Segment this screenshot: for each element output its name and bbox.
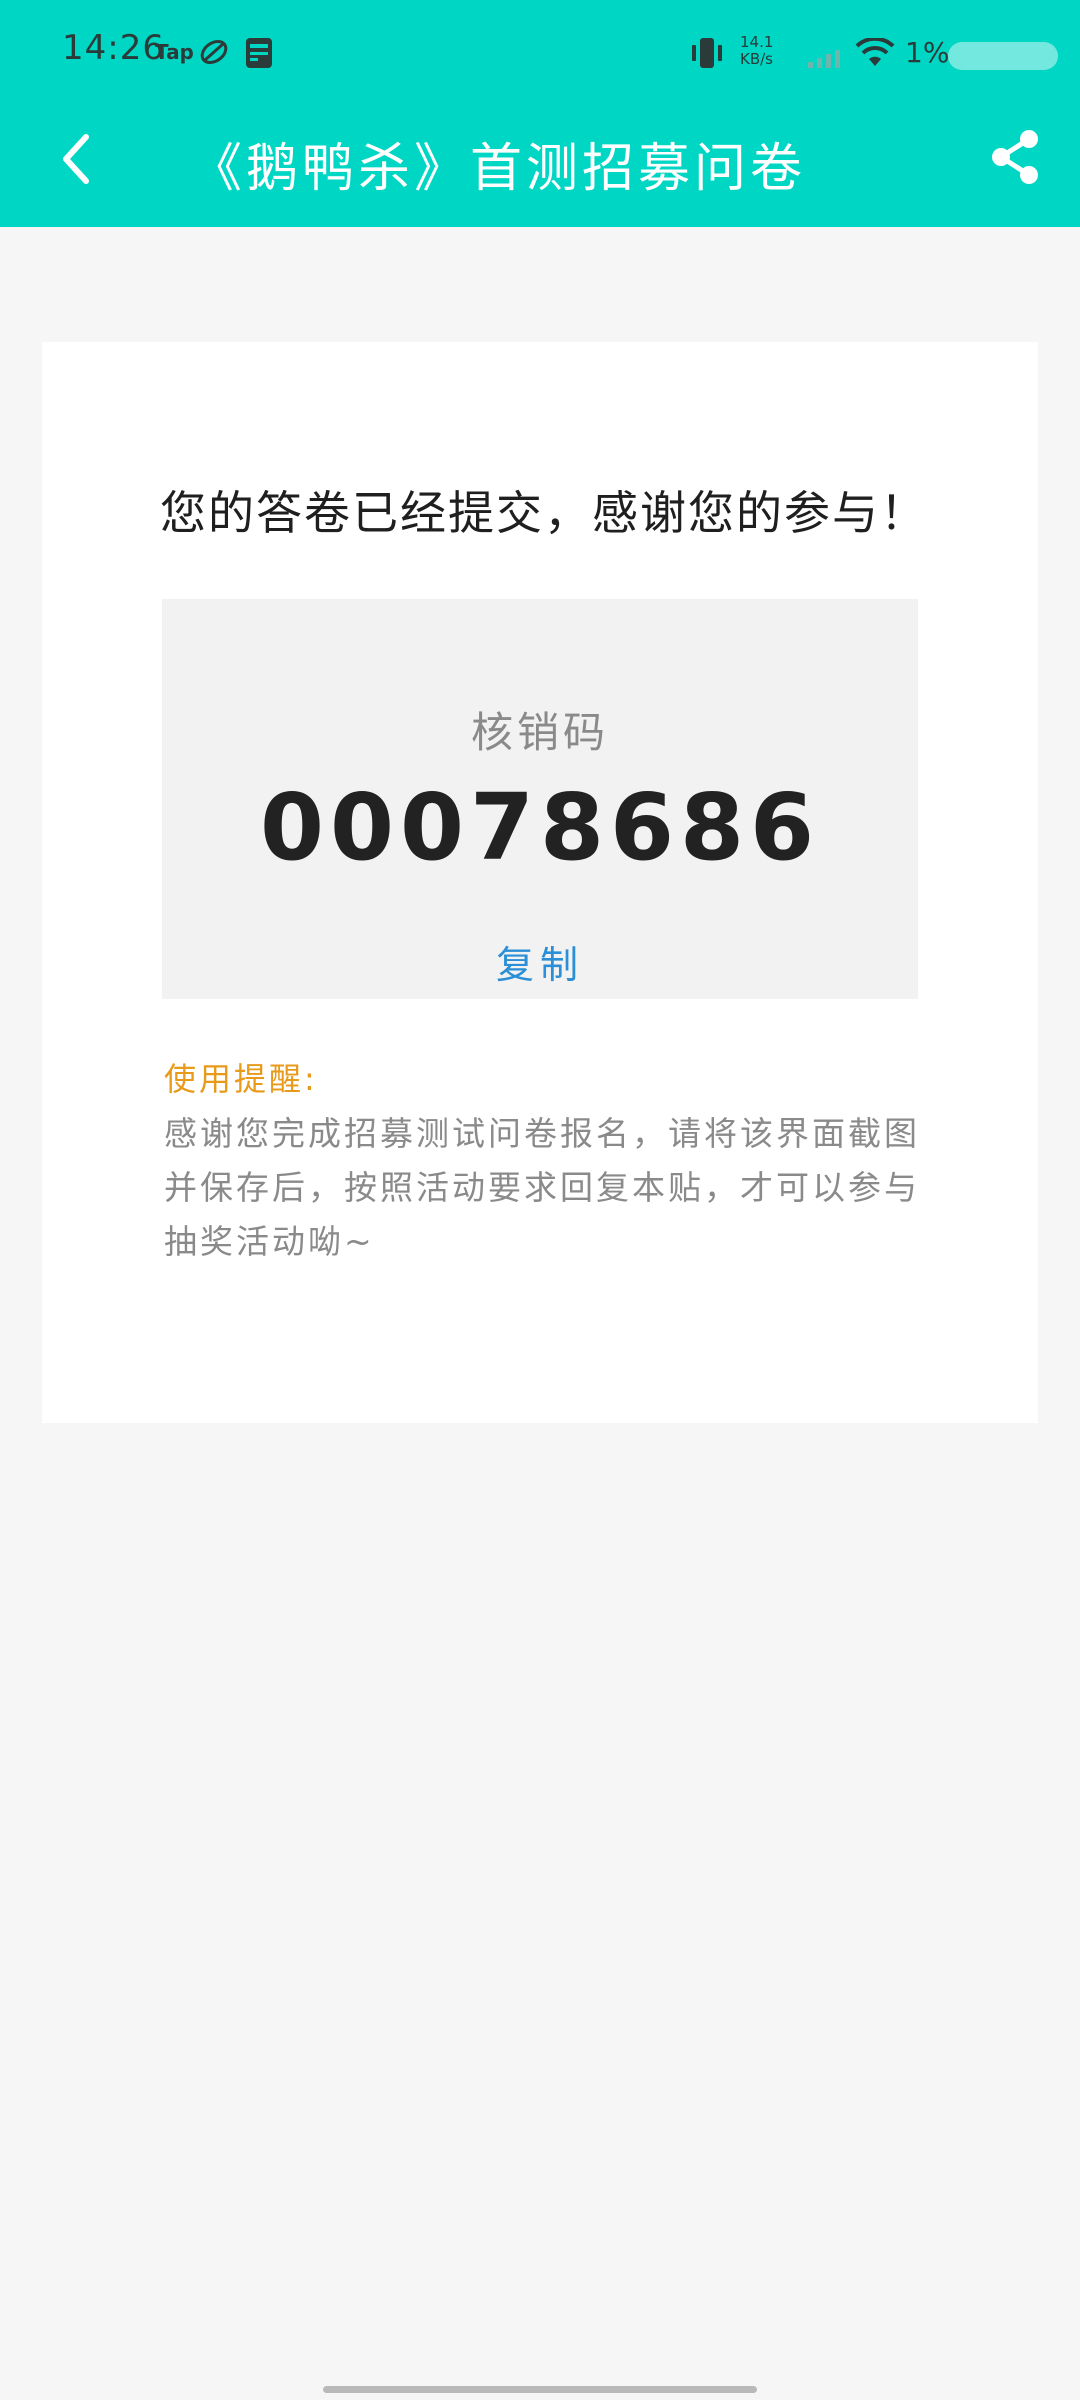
- redemption-code-box: 核销码 00078686 复制: [162, 599, 918, 999]
- network-speed: 14.1 KB/s: [740, 34, 800, 68]
- signal-icon: [808, 44, 844, 72]
- share-button[interactable]: [980, 122, 1050, 192]
- tap-app-icon: Tap: [155, 40, 194, 64]
- status-bar: 14:26 Tap 14.1 KB/s 1%: [0, 0, 1080, 104]
- submission-success-message: 您的答卷已经提交，感谢您的参与！: [160, 486, 928, 540]
- wifi-icon: [855, 36, 895, 72]
- code-label: 核销码: [470, 708, 609, 757]
- battery-icon: [948, 42, 1058, 70]
- share-icon: [992, 130, 1038, 184]
- redemption-code: 00078686: [259, 774, 821, 881]
- news-app-icon: [243, 36, 275, 74]
- battery-percent: 1%: [905, 36, 950, 69]
- status-time: 14:26: [62, 28, 165, 68]
- tips-text: 感谢您完成招募测试问卷报名，请将该界面截图并保存后，按照活动要求回复本贴，才可以…: [164, 1114, 920, 1261]
- copy-button[interactable]: 复制: [162, 934, 918, 989]
- back-button[interactable]: [44, 124, 108, 194]
- app-header: 14:26 Tap 14.1 KB/s 1% 《鹅鸭杀》首测招募问卷: [0, 0, 1080, 227]
- home-indicator[interactable]: [323, 2386, 757, 2393]
- chevron-left-icon: [63, 134, 89, 184]
- vibrate-icon: [688, 36, 726, 74]
- nav-bar: 《鹅鸭杀》首测招募问卷: [0, 104, 1080, 227]
- result-card: 您的答卷已经提交，感谢您的参与！ 核销码 00078686 复制 使用提醒: 感…: [42, 342, 1038, 1423]
- leaf-app-icon: [198, 36, 230, 72]
- page-title: 《鹅鸭杀》首测招募问卷: [190, 139, 807, 199]
- network-speed-unit: KB/s: [740, 50, 773, 68]
- tips-title: 使用提醒:: [164, 1060, 318, 1098]
- network-speed-value: 14.1: [740, 33, 774, 51]
